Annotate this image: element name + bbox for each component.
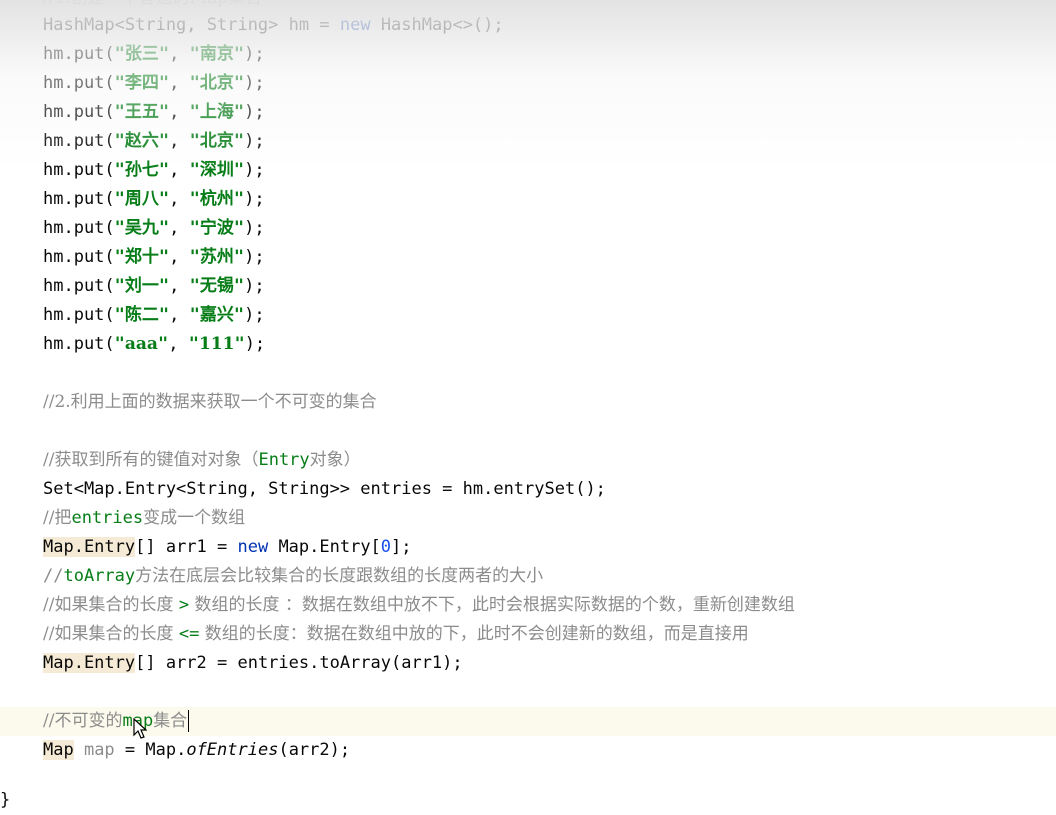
code-line-put[interactable]: hm.put("王五", "上海"); [43,98,265,127]
code-line-put[interactable]: hm.put("孙七", "深圳"); [43,156,265,185]
code-comment-6: //如果集合的长度 > 数组的长度 ：数据在数组中放不下，此时会根据实际数据的个… [43,595,795,615]
code-line-put[interactable]: hm.put("张三", "南京"); [43,40,265,69]
code-comment-7: //如果集合的长度 <= 数组的长度：数据在数组中放的下，此时不会创建新的数组，… [43,624,749,644]
code-line-put[interactable]: hm.put("刘一", "无锡"); [43,272,265,301]
code-line-put[interactable]: hm.put("吴九", "宁波"); [43,214,265,243]
code-line-put[interactable]: hm.put("周八", "杭州"); [43,185,265,214]
code-line-arr1[interactable]: Map.Entry[] arr1 = new Map.Entry[0]; [43,533,412,562]
code-line-put[interactable]: hm.put("李四", "北京"); [43,69,265,98]
code-comment-8[interactable]: //不可变的map集合 [43,707,190,736]
code-comment-5: //toArray方法在底层会比较集合的长度跟数组的长度两者的大小 [43,566,544,586]
code-line-put[interactable]: hm.put("赵六", "北京"); [43,127,265,156]
code-line-arr2[interactable]: Map.Entry[] arr2 = entries.toArray(arr1)… [43,649,463,678]
code-line-map[interactable]: Map map = Map.ofEntries(arr2); [43,736,350,765]
code-line-put[interactable]: hm.put("郑十", "苏州"); [43,243,265,272]
code-line-entries[interactable]: Set<Map.Entry<String, String>> entries =… [43,475,606,504]
code-editor[interactable]: //1.创建一个普通的Map集合 HashMap<String, String>… [0,0,1056,810]
code-line-declaration[interactable]: HashMap<String, String> hm = new HashMap… [43,11,504,40]
mouse-pointer-icon [133,718,147,739]
code-line-put[interactable]: hm.put("陈二", "嘉兴"); [43,301,265,330]
code-line-put[interactable]: hm.put("aaa", "111"); [43,330,265,359]
code-comment-3: //获取到所有的键值对对象（Entry对象） [43,450,361,470]
code-comment-4: //把entries变成一个数组 [43,508,246,528]
closing-brace: } [0,790,11,810]
code-comment-2: //2.利用上面的数据来获取一个不可变的集合 [43,392,377,412]
text-caret [188,710,190,732]
